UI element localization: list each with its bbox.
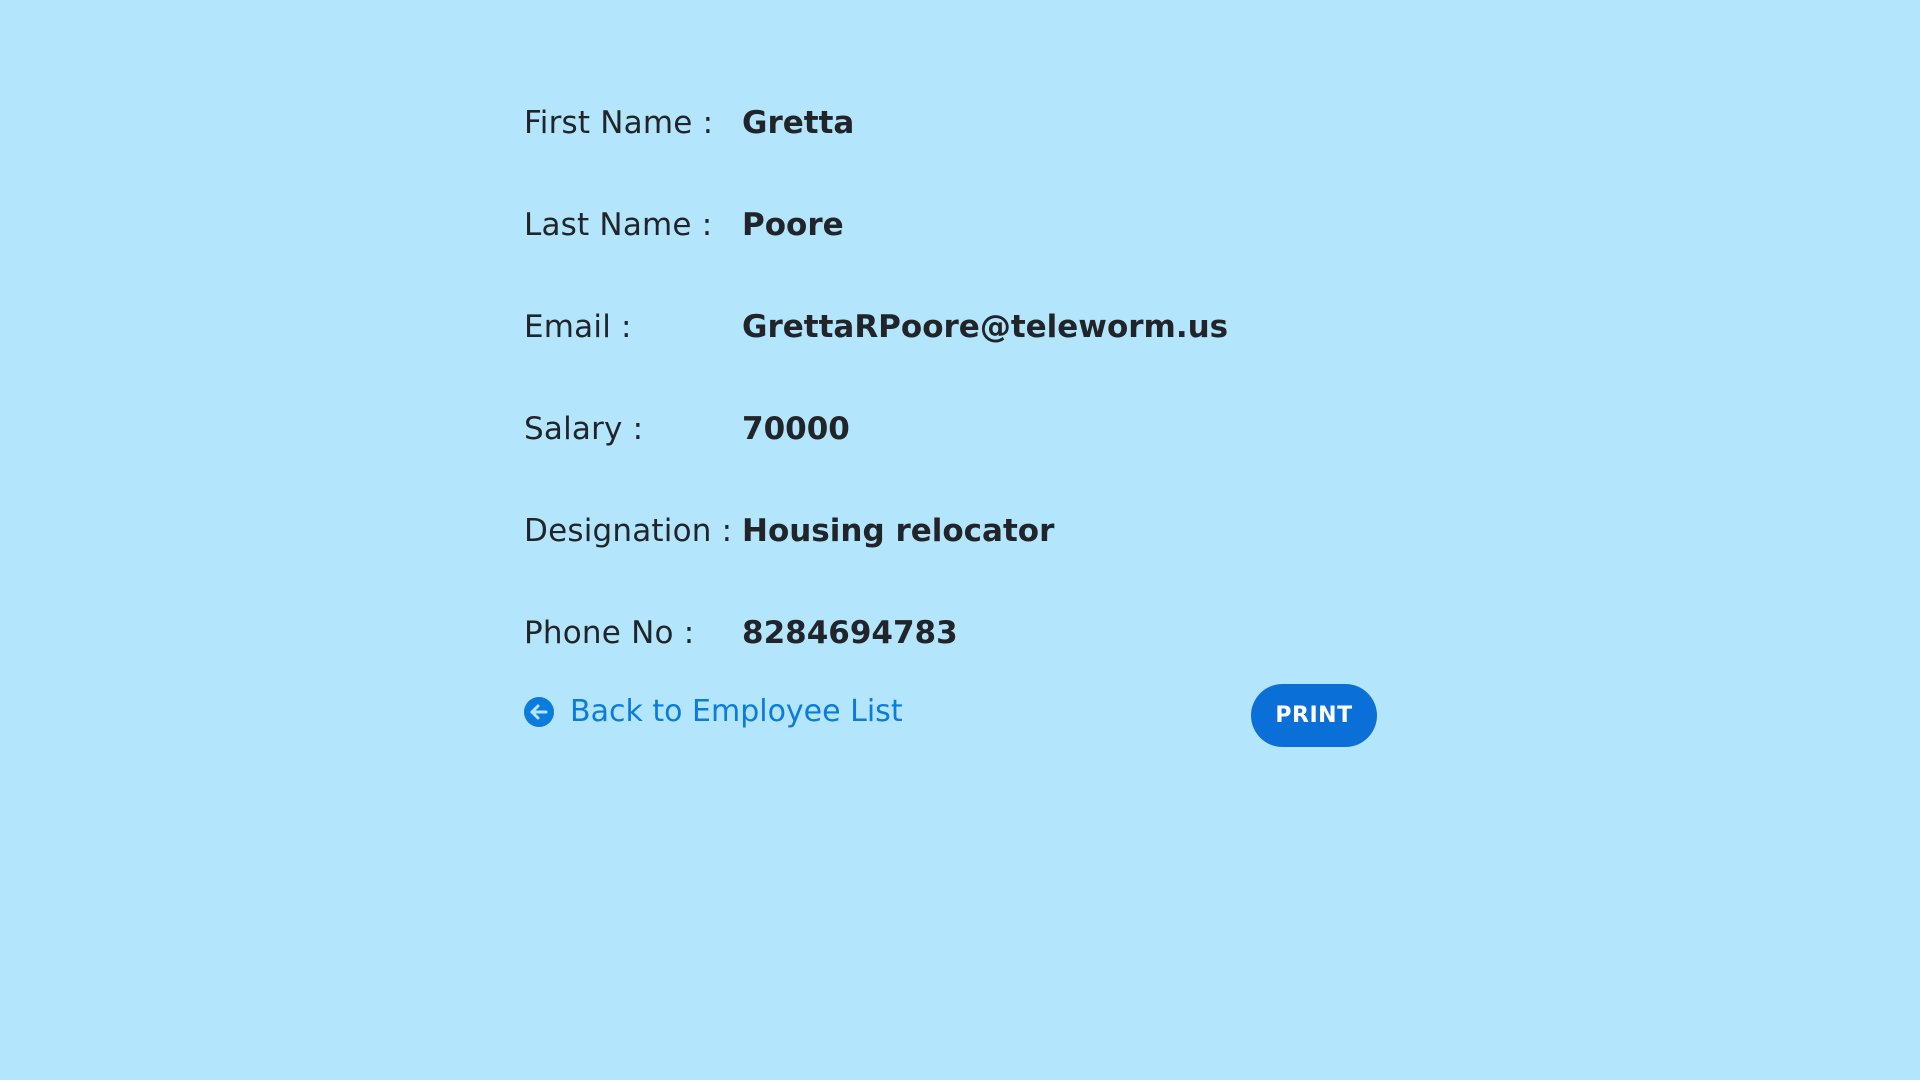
first-name-value: Gretta bbox=[742, 105, 855, 141]
back-to-list-label: Back to Employee List bbox=[570, 694, 903, 729]
phone-value: 8284694783 bbox=[742, 615, 958, 651]
actions-bar: Back to Employee List PRINT bbox=[524, 684, 1377, 748]
back-to-list-link[interactable]: Back to Employee List bbox=[524, 694, 903, 729]
designation-row: Designation : Housing relocator bbox=[524, 480, 1384, 582]
designation-value: Housing relocator bbox=[742, 513, 1055, 549]
email-row: Email : GrettaRPoore@teleworm.us bbox=[524, 276, 1384, 378]
last-name-label: Last Name : bbox=[524, 207, 713, 243]
email-value: GrettaRPoore@teleworm.us bbox=[742, 309, 1229, 345]
last-name-row: Last Name : Poore bbox=[524, 174, 1384, 276]
employee-details: First Name : Gretta Last Name : Poore Em… bbox=[524, 72, 1384, 684]
first-name-row: First Name : Gretta bbox=[524, 72, 1384, 174]
phone-label: Phone No : bbox=[524, 615, 695, 651]
designation-label: Designation : bbox=[524, 513, 733, 549]
print-button[interactable]: PRINT bbox=[1251, 684, 1377, 747]
last-name-value: Poore bbox=[742, 207, 844, 243]
phone-row: Phone No : 8284694783 bbox=[524, 582, 1384, 684]
email-label: Email : bbox=[524, 309, 632, 345]
salary-row: Salary : 70000 bbox=[524, 378, 1384, 480]
salary-value: 70000 bbox=[742, 411, 850, 447]
first-name-label: First Name : bbox=[524, 105, 714, 141]
salary-label: Salary : bbox=[524, 411, 644, 447]
arrow-left-circle-icon bbox=[524, 696, 554, 727]
